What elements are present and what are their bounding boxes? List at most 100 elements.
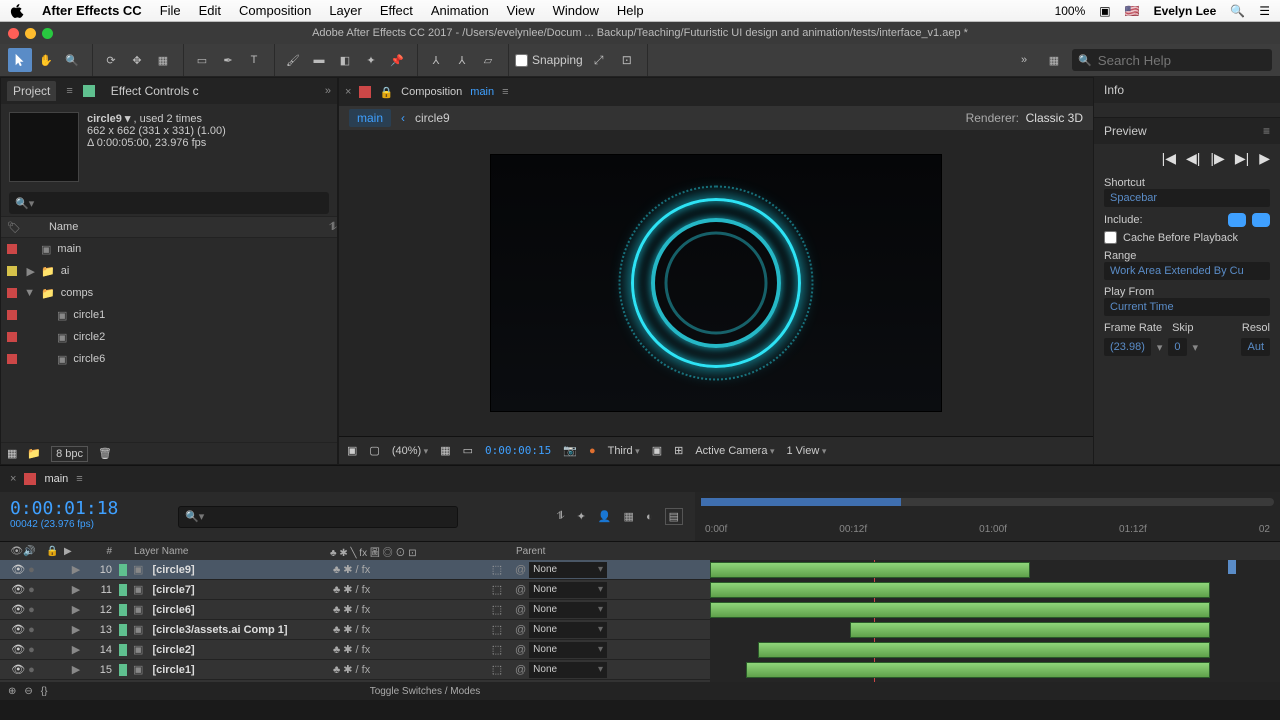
layer-label-swatch[interactable] — [119, 624, 127, 636]
twirl-icon[interactable]: ▶ — [72, 603, 80, 616]
play-from-value[interactable]: Current Time — [1104, 298, 1270, 316]
pickwhip-icon[interactable]: @ — [515, 604, 526, 616]
layer-label-swatch[interactable] — [119, 584, 127, 596]
solo-dot-icon[interactable]: ● — [28, 644, 35, 656]
roi-icon[interactable]: ▭ — [463, 444, 473, 457]
project-item[interactable]: ▣ circle2 — [1, 326, 337, 348]
3d-layer-icon[interactable]: ⬚ — [492, 563, 502, 576]
3d-layer-icon[interactable]: ⬚ — [492, 623, 502, 636]
next-frame-button[interactable]: ▶| — [1235, 150, 1249, 167]
hand-tool[interactable]: ✋ — [34, 48, 58, 72]
search-help-input[interactable] — [1098, 53, 1266, 68]
fast-previews-icon[interactable]: ▣ — [652, 444, 662, 457]
twirl-icon[interactable]: ▶ — [72, 663, 80, 676]
close-tab-icon[interactable]: × — [345, 86, 351, 98]
breadcrumb-sub[interactable]: circle9 — [415, 111, 450, 125]
frame-blend-icon[interactable]: ▦ — [624, 510, 634, 523]
lock-icon[interactable]: 🔒 — [379, 86, 393, 99]
label-column-icon[interactable]: 🏷 — [7, 221, 21, 234]
layer-list[interactable]: 👁 ● ▶ 10 ▣ [circle9] ♣ ✱ / fx ⬚ @None▾ 👁… — [0, 560, 710, 682]
work-area-bar[interactable] — [701, 498, 901, 506]
parent-dropdown[interactable]: None▾ — [529, 662, 607, 678]
motion-blur-icon[interactable]: ◐ — [646, 511, 653, 523]
parent-dropdown[interactable]: None▾ — [529, 582, 607, 598]
interpret-footage-icon[interactable]: ▦ — [7, 447, 17, 460]
spotlight-icon[interactable]: 🔍 — [1230, 4, 1245, 18]
view-layout-dropdown[interactable]: 1 View — [786, 445, 826, 457]
toggle-switches-modes[interactable]: Toggle Switches / Modes — [370, 686, 481, 697]
battery-status[interactable]: 100% — [1055, 4, 1086, 18]
menu-extras-icon[interactable]: ☰ — [1259, 4, 1270, 18]
framerate-value[interactable]: (23.98) — [1104, 338, 1151, 356]
overflow-icon[interactable]: » — [1012, 48, 1036, 72]
cache-before-playback-checkbox[interactable] — [1104, 231, 1117, 244]
parent-dropdown[interactable]: None▾ — [529, 562, 607, 578]
layer-row[interactable]: 👁 ● ▶ 15 ▣ [circle1] ♣ ✱ / fx ⬚ @None▾ — [0, 660, 710, 680]
3d-layer-icon[interactable]: ⬚ — [492, 583, 502, 596]
layer-label-swatch[interactable] — [119, 604, 127, 616]
breadcrumb-back-icon[interactable]: ‹ — [401, 111, 405, 125]
project-item-list[interactable]: ▣ main ▶ 📁 ai ▼ 📁 comps ▣ circle1 ▣ circ… — [1, 238, 337, 442]
menu-help[interactable]: Help — [617, 3, 644, 18]
include-video-icon[interactable] — [1228, 213, 1246, 227]
draft-3d-icon[interactable]: ✦ — [577, 510, 586, 523]
preview-panel-menu-icon[interactable]: ≡ — [1263, 124, 1270, 138]
project-item[interactable]: ▣ main — [1, 238, 337, 260]
name-column-header[interactable]: Name — [49, 221, 78, 233]
project-item[interactable]: ▶ 📁 ai — [1, 260, 337, 282]
range-value[interactable]: Work Area Extended By Cu — [1104, 262, 1270, 280]
pen-tool[interactable]: ✒ — [216, 48, 240, 72]
layer-switches[interactable]: ♣ ✱ / fx — [330, 600, 482, 619]
parent-dropdown[interactable]: None▾ — [529, 642, 607, 658]
resolution-value[interactable]: Aut — [1241, 338, 1270, 356]
channel-icon[interactable]: ● — [589, 445, 596, 457]
layer-row[interactable]: 👁 ● ▶ 11 ▣ [circle7] ♣ ✱ / fx ⬚ @None▾ — [0, 580, 710, 600]
resolution-dropdown[interactable]: Third — [608, 445, 640, 457]
graph-editor-icon[interactable]: ▤ — [665, 508, 683, 525]
layer-name-column-header[interactable]: Layer Name — [130, 546, 330, 557]
solo-dot-icon[interactable]: ● — [28, 564, 35, 576]
expand-arrow-icon[interactable]: ▶ — [23, 265, 35, 278]
parent-column-header[interactable]: Parent — [512, 546, 610, 557]
eraser-tool[interactable]: ◧ — [333, 48, 357, 72]
video-toggle-icon[interactable]: 👁 — [11, 603, 25, 616]
shy-column-header[interactable]: ▶ — [64, 546, 88, 557]
menu-window[interactable]: Window — [553, 3, 599, 18]
timeline-ruler[interactable]: 0:00f 00:12f 01:00f 01:12f 02 — [695, 492, 1280, 541]
twirl-icon[interactable]: ▶ — [72, 583, 80, 596]
bpc-button[interactable]: 8 bpc — [51, 446, 88, 462]
selection-tool[interactable] — [8, 48, 32, 72]
menu-composition[interactable]: Composition — [239, 3, 311, 18]
comp-tab-menu-icon[interactable]: ≡ — [502, 86, 508, 98]
3d-layer-icon[interactable]: ⬚ — [492, 663, 502, 676]
layer-label-swatch[interactable] — [119, 564, 127, 576]
layer-duration-bar[interactable] — [710, 602, 1210, 618]
parent-dropdown[interactable]: None▾ — [529, 602, 607, 618]
menu-edit[interactable]: Edit — [199, 3, 221, 18]
layer-label-swatch[interactable] — [119, 644, 127, 656]
switches-column-header[interactable]: ♣ ✱ ╲ fx 圖 ◎ ⊙ ⊡ — [330, 544, 482, 559]
project-menu-icon[interactable]: ≡ — [66, 85, 72, 97]
video-toggle-icon[interactable]: 👁 — [11, 583, 25, 596]
always-preview-icon[interactable]: ▣ — [347, 444, 357, 457]
label-swatch[interactable] — [7, 244, 17, 254]
expand-arrow-icon[interactable]: ▼ — [23, 287, 35, 299]
workspace-icon[interactable]: ▦ — [1042, 48, 1066, 72]
app-name[interactable]: After Effects CC — [42, 3, 142, 18]
composition-tab-label[interactable]: Composition — [401, 86, 462, 98]
layer-duration-bar[interactable] — [710, 562, 1030, 578]
composition-tab-name[interactable]: main — [470, 86, 494, 98]
braces-icon[interactable]: {} — [41, 686, 48, 697]
search-help-field[interactable]: 🔍 — [1072, 49, 1272, 71]
snap-to-features-icon[interactable]: ⊡ — [615, 48, 639, 72]
timeline-tab-menu-icon[interactable]: ≡ — [76, 473, 82, 485]
pickwhip-icon[interactable]: @ — [515, 584, 526, 596]
twirl-icon[interactable]: ▶ — [72, 563, 80, 576]
layer-duration-bar[interactable] — [746, 662, 1210, 678]
layer-switches[interactable]: ♣ ✱ / fx — [330, 620, 482, 639]
timeline-zoom-in-icon[interactable]: ⊕ — [8, 686, 16, 697]
work-area-end-marker[interactable] — [1228, 560, 1236, 574]
label-swatch[interactable] — [7, 266, 17, 276]
twirl-icon[interactable]: ▶ — [72, 643, 80, 656]
pickwhip-icon[interactable]: @ — [515, 664, 526, 676]
